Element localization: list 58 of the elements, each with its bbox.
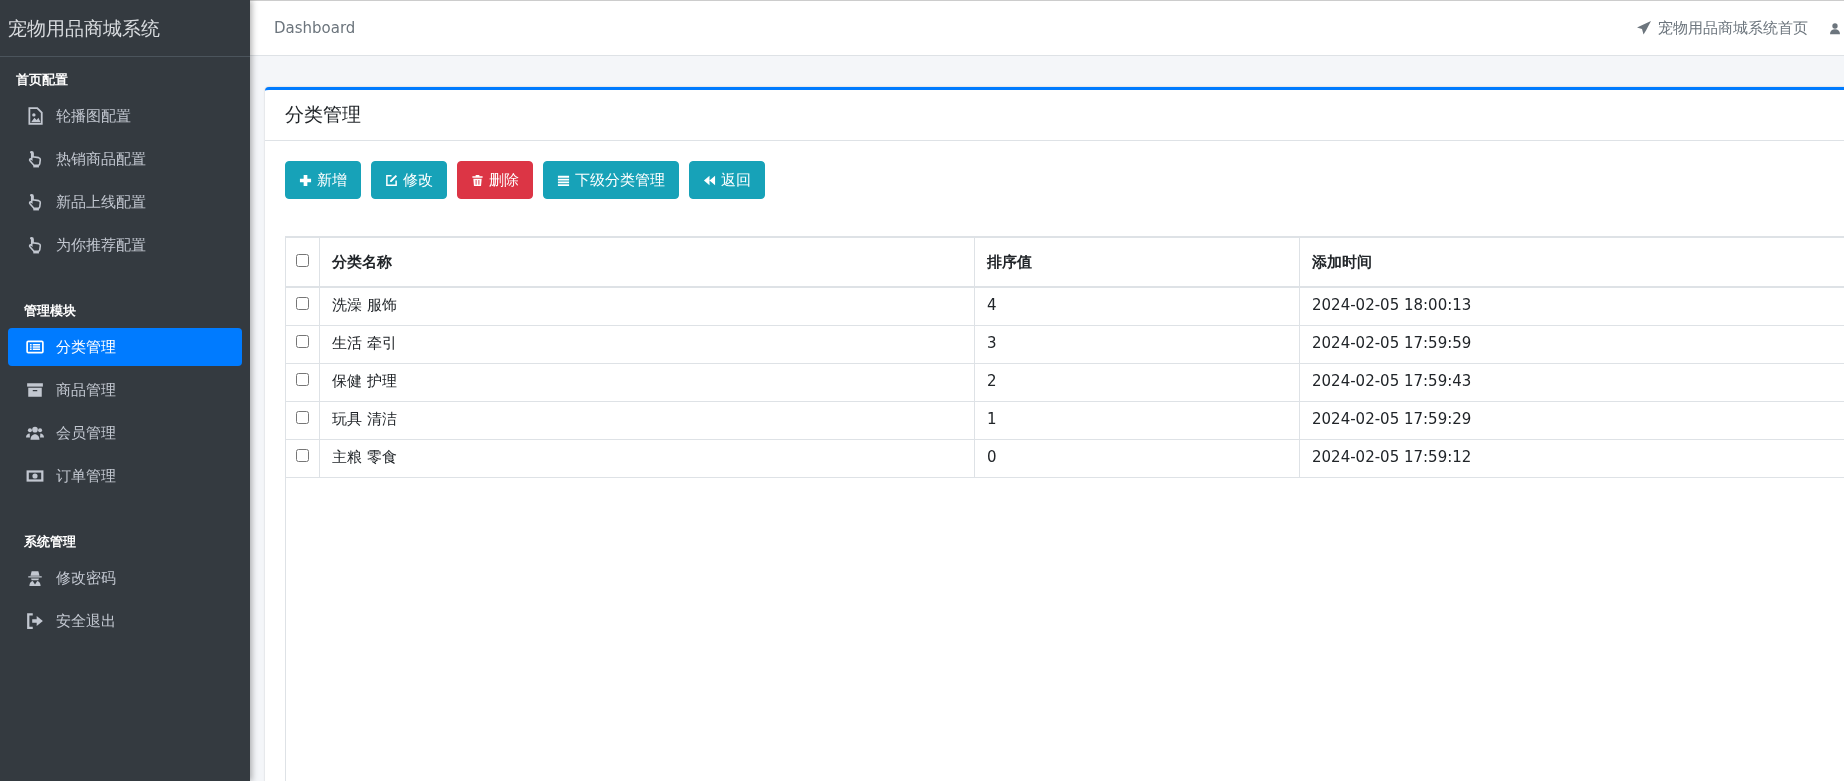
breadcrumb-link[interactable]: Dashboard xyxy=(274,19,356,37)
nav-item[interactable]: 商品管理 xyxy=(8,371,242,409)
table-cell: 2024-02-05 17:59:43 xyxy=(1299,363,1844,401)
table-cell: 2024-02-05 17:59:29 xyxy=(1299,401,1844,439)
pointing-hand-icon xyxy=(26,150,44,168)
nav-item[interactable]: 为你推荐配置 xyxy=(8,226,242,264)
image-icon xyxy=(26,107,44,125)
nav-item[interactable]: 轮播图配置 xyxy=(8,97,242,135)
users-icon xyxy=(26,424,44,442)
banknote-icon xyxy=(26,467,44,485)
card-title: 分类管理 xyxy=(285,102,361,127)
column-header: 排序值 xyxy=(974,238,1300,287)
nav-item[interactable]: 新品上线配置 xyxy=(8,183,242,221)
plus-icon xyxy=(299,173,312,187)
user-secret-icon xyxy=(26,569,44,587)
column-header: 添加时间 xyxy=(1299,238,1844,287)
table-cell: 3 xyxy=(974,325,1300,363)
table-cell: 0 xyxy=(974,439,1300,477)
sign-out-icon xyxy=(26,612,44,630)
pointing-hand-icon xyxy=(26,193,44,211)
table-cell: 2024-02-05 18:00:13 xyxy=(1299,287,1844,325)
nav-item[interactable]: 订单管理 xyxy=(8,457,242,495)
table-cell: 2024-02-05 17:59:12 xyxy=(1299,439,1844,477)
action-button[interactable]: 删除 xyxy=(457,161,533,199)
row-checkbox[interactable] xyxy=(296,334,309,348)
nav-item[interactable]: 安全退出 xyxy=(8,602,242,640)
row-checkbox[interactable] xyxy=(296,297,309,310)
archive-icon xyxy=(26,381,44,399)
trash-icon xyxy=(471,173,484,187)
list-icon xyxy=(26,338,44,356)
nav-section-title: 首页配置 xyxy=(15,71,69,89)
nav-item[interactable]: 分类管理 xyxy=(8,328,242,366)
row-checkbox[interactable] xyxy=(296,372,309,386)
table-cell: 保健 护理 xyxy=(319,363,975,401)
nav-item[interactable]: 热销商品配置 xyxy=(8,140,242,178)
list-icon xyxy=(557,173,570,187)
table-cell: 2024-02-05 17:59:59 xyxy=(1299,325,1844,363)
table-cell: 洗澡 服饰 xyxy=(319,287,975,325)
row-checkbox[interactable] xyxy=(296,448,309,462)
table-cell: 1 xyxy=(974,401,1300,439)
table-cell: 4 xyxy=(974,287,1300,325)
nav-item[interactable]: 会员管理 xyxy=(8,414,242,452)
table-cell: 2 xyxy=(974,363,1300,401)
fast-backward-icon xyxy=(703,173,716,187)
table-cell: 玩具 清洁 xyxy=(319,401,975,439)
paper-plane-icon xyxy=(1636,20,1652,36)
row-checkbox[interactable] xyxy=(296,410,309,424)
edit-icon xyxy=(385,173,398,187)
user-icon xyxy=(1830,21,1840,35)
nav-section-title: 管理模块 xyxy=(23,302,77,320)
select-all-checkbox[interactable] xyxy=(296,254,309,267)
pointing-hand-icon xyxy=(26,236,44,254)
nav-item[interactable]: 修改密码 xyxy=(8,559,242,597)
home-link[interactable]: 宠物用品商城系统首页 xyxy=(1636,18,1808,38)
column-header: 分类名称 xyxy=(319,238,975,287)
table-cell: 主粮 零食 xyxy=(319,439,975,477)
nav-section-title: 系统管理 xyxy=(23,533,77,551)
table-cell: 生活 牵引 xyxy=(319,325,975,363)
